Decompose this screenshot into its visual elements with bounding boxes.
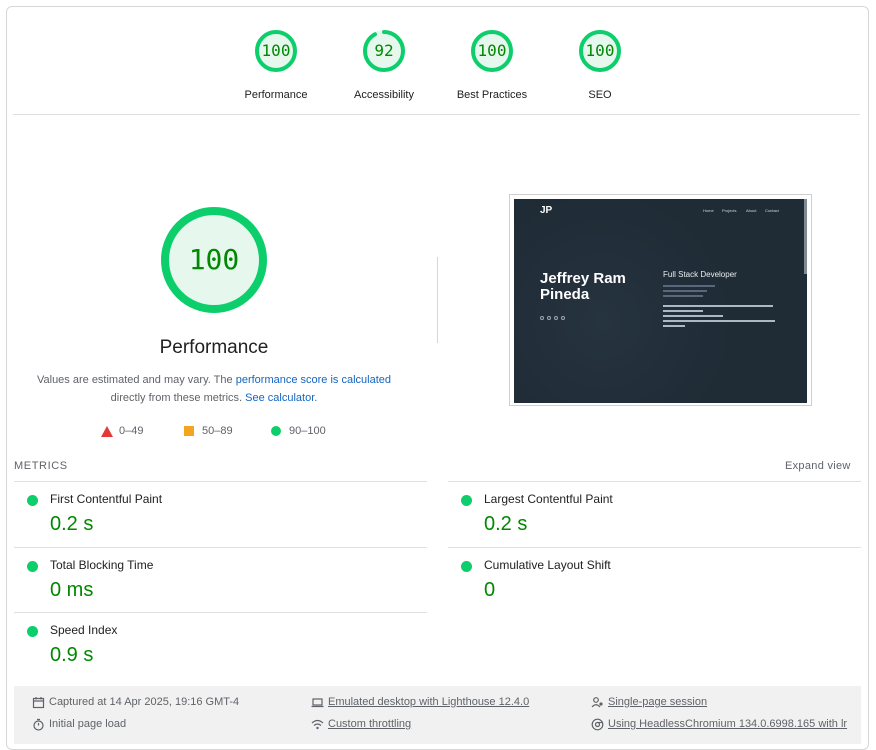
performance-title: Performance [159, 337, 269, 358]
pass-circle-icon [271, 426, 281, 436]
fail-triangle-icon [101, 426, 113, 437]
performance-score: 100 [261, 41, 291, 60]
emulated-desktop-text: Emulated desktop with Lighthouse 12.4.0 [328, 696, 530, 708]
preview-text-line [663, 310, 703, 312]
metric-title: Largest Contentful Paint [484, 492, 613, 506]
preview-social-icons [540, 307, 574, 320]
preview-text-line [663, 305, 773, 307]
accessibility-score: 92 [374, 41, 394, 60]
accessibility-label: Accessibility [354, 89, 414, 101]
average-square-icon [184, 426, 194, 436]
score-calculation-link[interactable]: performance score is calculated [236, 374, 391, 386]
legend-fail-label: 0–49 [119, 425, 144, 437]
metric-title: Cumulative Layout Shift [484, 558, 611, 572]
calendar-icon [32, 697, 45, 709]
preview-text-line [663, 325, 685, 327]
metric-largest-contentful-paint: Largest Contentful Paint 0.2 s [448, 481, 861, 547]
pass-circle-icon [461, 561, 472, 572]
person-icon [591, 697, 603, 708]
legend-pass-label: 90–100 [289, 425, 326, 437]
preview-logo: JP [540, 205, 553, 216]
page-preview: JP Home Projects About Contact Jeffrey R… [514, 199, 807, 403]
performance-description: Values are estimated and may vary. The p… [34, 371, 394, 407]
expand-view-button[interactable]: Expand view [785, 460, 851, 472]
best-practices-score-ring: 100 [469, 28, 515, 74]
gauge-performance[interactable]: 100 Performance [221, 28, 331, 101]
best-practices-score: 100 [477, 41, 507, 60]
pass-circle-icon [27, 561, 38, 572]
wifi-icon [311, 719, 324, 730]
metric-value: 0 ms [50, 579, 94, 601]
metric-title: Total Blocking Time [50, 558, 154, 572]
preview-text-line [663, 320, 775, 322]
lighthouse-report-card: 100 Performance 92 Accessibility 100 Bes… [6, 6, 869, 750]
header-divider [13, 114, 860, 115]
performance-score-ring: 100 [253, 28, 299, 74]
preview-nav-about: About [746, 208, 757, 213]
timer-icon [33, 718, 44, 731]
gauge-best-practices[interactable]: 100 Best Practices [437, 28, 547, 101]
metric-speed-index: Speed Index 0.9 s [14, 612, 427, 678]
preview-scrollbar [804, 199, 807, 274]
final-screenshot[interactable]: JP Home Projects About Contact Jeffrey R… [509, 194, 812, 406]
runtime-settings: Captured at 14 Apr 2025, 19:16 GMT-4 Ini… [14, 686, 861, 744]
metric-cumulative-layout-shift: Cumulative Layout Shift 0 [448, 547, 861, 613]
performance-main-gauge: 100 [159, 205, 269, 315]
preview-text-line [663, 315, 723, 317]
preview-text-line [663, 295, 703, 297]
metric-title: Speed Index [50, 623, 118, 637]
see-calculator-link[interactable]: See calculator. [245, 392, 317, 404]
pass-circle-icon [27, 626, 38, 637]
performance-label: Performance [244, 89, 308, 101]
preview-nav-projects: Projects [722, 208, 737, 213]
desc-mid: directly from these metrics. [110, 392, 246, 404]
preview-nav-home: Home [703, 208, 714, 213]
chromium-icon [591, 718, 604, 731]
metric-first-contentful-paint: First Contentful Paint 0.2 s [14, 481, 427, 547]
metric-title: First Contentful Paint [50, 492, 163, 506]
pass-circle-icon [27, 495, 38, 506]
metric-value: 0.9 s [50, 644, 94, 666]
laptop-icon [311, 698, 324, 708]
metric-total-blocking-time: Total Blocking Time 0 ms [14, 547, 427, 613]
custom-throttling-text: Custom throttling [328, 718, 412, 730]
gauge-seo[interactable]: 100 SEO [545, 28, 655, 101]
metric-value: 0.2 s [484, 513, 528, 535]
desc-prefix: Values are estimated and may vary. The [36, 374, 236, 386]
seo-score: 100 [585, 41, 615, 60]
preview-text-line [663, 285, 715, 287]
seo-score-ring: 100 [577, 28, 623, 74]
single-page-session-text: Single-page session [608, 696, 708, 708]
preview-nav-contact: Contact [765, 208, 779, 213]
gauge-accessibility[interactable]: 92 Accessibility [329, 28, 439, 101]
performance-main-score: 100 [188, 243, 240, 276]
best-practices-label: Best Practices [456, 89, 528, 101]
preview-text-line [663, 290, 707, 292]
metric-value: 0 [484, 579, 496, 601]
legend-average-label: 50–89 [202, 425, 233, 437]
metric-value: 0.2 s [50, 513, 94, 535]
browser-version-text: Using HeadlessChromium 134.0.6998.165 wi… [608, 718, 848, 730]
pass-circle-icon [461, 495, 472, 506]
metrics-header: METRICS [14, 460, 68, 472]
category-gauges: 100 Performance 92 Accessibility 100 Bes… [7, 7, 868, 115]
seo-label: SEO [588, 89, 612, 101]
preview-name: Jeffrey Ram Pineda [540, 270, 626, 303]
accessibility-score-ring: 92 [361, 28, 407, 74]
captured-at-text: Captured at 14 Apr 2025, 19:16 GMT-4 [49, 696, 240, 708]
preview-role: Full Stack Developer [663, 270, 737, 279]
vertical-divider [437, 257, 438, 343]
initial-page-load-text: Initial page load [49, 718, 127, 730]
